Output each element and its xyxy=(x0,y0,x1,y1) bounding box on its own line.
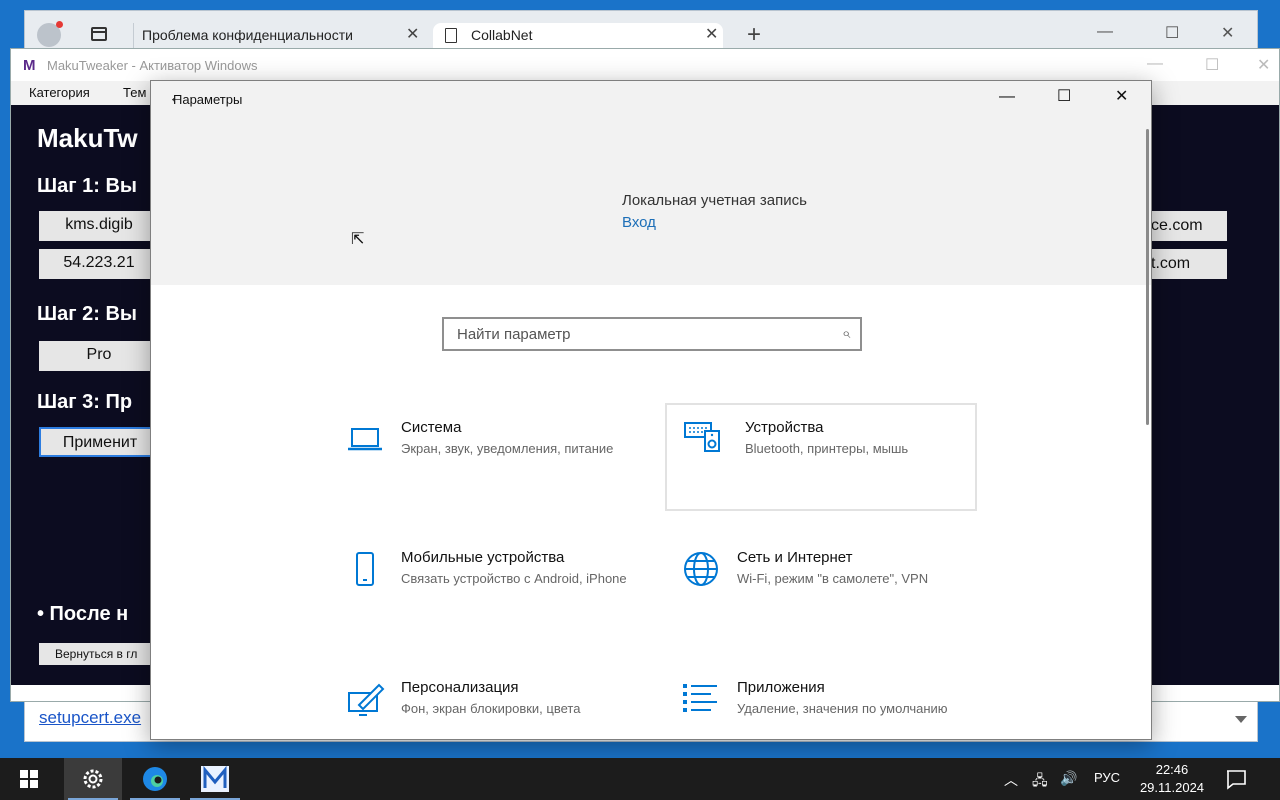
notifications-icon[interactable] xyxy=(1224,768,1248,790)
title-bar: M MakuTweaker - Активатор Windows — ☐ ✕ xyxy=(11,49,1279,81)
step3-heading: Шаг 3: Пр xyxy=(37,391,133,413)
tile-title: Система xyxy=(401,419,462,436)
tile-title: Устройства xyxy=(745,419,824,436)
taskbar: ︿ 🖧 🔊 РУС 22:46 29.11.2024 xyxy=(0,758,1280,800)
tile-apps[interactable]: Приложения Удаление, значения по умолчан… xyxy=(667,665,979,739)
back-button[interactable]: Вернуться в гл xyxy=(39,643,159,665)
settings-window: ← Параметры — ☐ ✕ Локальная учетная запи… xyxy=(150,80,1152,740)
menu-item-theme[interactable]: Тем xyxy=(123,85,146,100)
tile-subtitle: Удаление, значения по умолчанию xyxy=(737,701,948,716)
language-indicator[interactable]: РУС xyxy=(1094,770,1120,785)
new-tab-icon[interactable]: + xyxy=(747,21,761,49)
gear-icon xyxy=(83,769,103,789)
close-tab-icon[interactable]: ✕ xyxy=(406,23,419,47)
phone-icon xyxy=(356,552,374,586)
close-tab-icon[interactable]: ✕ xyxy=(705,23,718,47)
laptop-icon xyxy=(348,428,382,451)
taskbar-settings[interactable] xyxy=(64,758,122,800)
minimize-icon[interactable]: — xyxy=(1147,55,1163,73)
step2-heading: Шаг 2: Вы xyxy=(37,303,137,325)
tab-label: Проблема конфиденциальности xyxy=(142,27,353,43)
tile-network[interactable]: Сеть и Интернет Wi-Fi, режим "в самолете… xyxy=(667,535,979,643)
step1-heading: Шаг 1: Вы xyxy=(37,175,137,197)
settings-title: Параметры xyxy=(173,92,243,107)
after-note: • После н xyxy=(37,603,129,625)
window-title: MakuTweaker - Активатор Windows xyxy=(47,58,258,73)
edge-browser-icon xyxy=(143,767,167,791)
maximize-icon[interactable]: ☐ xyxy=(1165,23,1179,43)
tile-subtitle: Фон, экран блокировки, цвета xyxy=(401,701,581,716)
close-icon[interactable]: ✕ xyxy=(1257,55,1270,75)
profile-avatar-icon[interactable] xyxy=(37,21,63,47)
minimize-icon[interactable]: — xyxy=(999,89,1015,105)
apps-icon xyxy=(683,684,717,712)
devices-icon xyxy=(684,422,720,452)
tile-title: Персонализация xyxy=(401,679,519,696)
chevron-up-icon[interactable]: ︿ xyxy=(1004,770,1018,790)
maximize-icon[interactable]: ☐ xyxy=(1205,55,1219,75)
tile-mobile-devices[interactable]: Мобильные устройства Связать устройство … xyxy=(331,535,643,643)
menu-item-category[interactable]: Категория xyxy=(29,85,90,100)
server-button-right-2[interactable]: t.com xyxy=(1151,249,1227,279)
personalization-icon xyxy=(348,683,385,716)
network-icon[interactable]: 🖧 xyxy=(1032,770,1048,794)
clock-time[interactable]: 22:46 xyxy=(1144,762,1200,777)
tile-personalization[interactable]: Персонализация Фон, экран блокировки, цв… xyxy=(331,665,643,739)
makutweaker-logo-icon: M xyxy=(23,57,36,74)
tile-title: Сеть и Интернет xyxy=(737,549,853,566)
app-heading: MakuTw xyxy=(37,123,138,153)
dropdown-arrow-icon[interactable] xyxy=(1235,716,1247,723)
close-icon[interactable]: ✕ xyxy=(1115,89,1128,105)
maximize-icon[interactable]: ☐ xyxy=(1057,89,1071,105)
tile-subtitle: Экран, звук, уведомления, питание xyxy=(401,441,614,456)
tab-collabnet[interactable]: CollabNet ✕ xyxy=(433,23,723,51)
tile-title: Мобильные устройства xyxy=(401,549,565,566)
minimize-icon[interactable]: — xyxy=(1097,23,1113,41)
server-button-right-1[interactable]: ce.com xyxy=(1151,211,1227,241)
tile-subtitle: Bluetooth, принтеры, мышь xyxy=(745,441,909,456)
tab-label: CollabNet xyxy=(471,27,533,43)
tile-devices[interactable]: Устройства Bluetooth, принтеры, мышь xyxy=(665,403,977,511)
apply-button[interactable]: Применит xyxy=(39,427,161,457)
server-button-2[interactable]: 54.223.21 xyxy=(39,249,159,279)
settings-search[interactable]: ⌕ xyxy=(442,317,862,351)
tile-title: Приложения xyxy=(737,679,825,696)
search-icon[interactable]: ⌕ xyxy=(842,325,850,342)
windows-logo-icon xyxy=(20,770,38,788)
account-label: Локальная учетная запись xyxy=(622,192,807,209)
document-icon xyxy=(445,28,457,43)
makutweaker-icon xyxy=(201,765,229,792)
tab-actions-icon[interactable] xyxy=(91,27,107,41)
search-input[interactable] xyxy=(444,319,814,349)
settings-header: ← Параметры — ☐ ✕ Локальная учетная запи… xyxy=(151,81,1151,285)
sign-in-link[interactable]: Вход xyxy=(622,214,656,231)
edition-button[interactable]: Pro xyxy=(39,341,159,371)
tile-subtitle: Wi-Fi, режим "в самолете", VPN xyxy=(737,571,929,586)
scrollbar[interactable] xyxy=(1146,129,1149,425)
tile-system[interactable]: Система Экран, звук, уведомления, питани… xyxy=(331,405,643,513)
taskbar-makutweaker[interactable] xyxy=(186,758,244,800)
server-button-1[interactable]: kms.digib xyxy=(39,211,159,241)
volume-icon[interactable]: 🔊 xyxy=(1060,770,1077,787)
mouse-cursor-icon: ⇱ xyxy=(351,231,365,248)
tile-subtitle: Связать устройство с Android, iPhone xyxy=(401,571,627,586)
globe-icon xyxy=(684,552,718,586)
taskbar-edge[interactable] xyxy=(126,758,184,800)
browser-tab-strip: Проблема конфиденциальности ✕ CollabNet … xyxy=(25,11,1257,51)
tab-privacy-error[interactable]: Проблема конфиденциальности ✕ xyxy=(133,23,425,51)
start-button[interactable] xyxy=(0,758,60,800)
clock-date[interactable]: 29.11.2024 xyxy=(1132,780,1212,795)
download-link[interactable]: setupcert.exe xyxy=(39,708,141,728)
close-icon[interactable]: ✕ xyxy=(1221,23,1234,43)
